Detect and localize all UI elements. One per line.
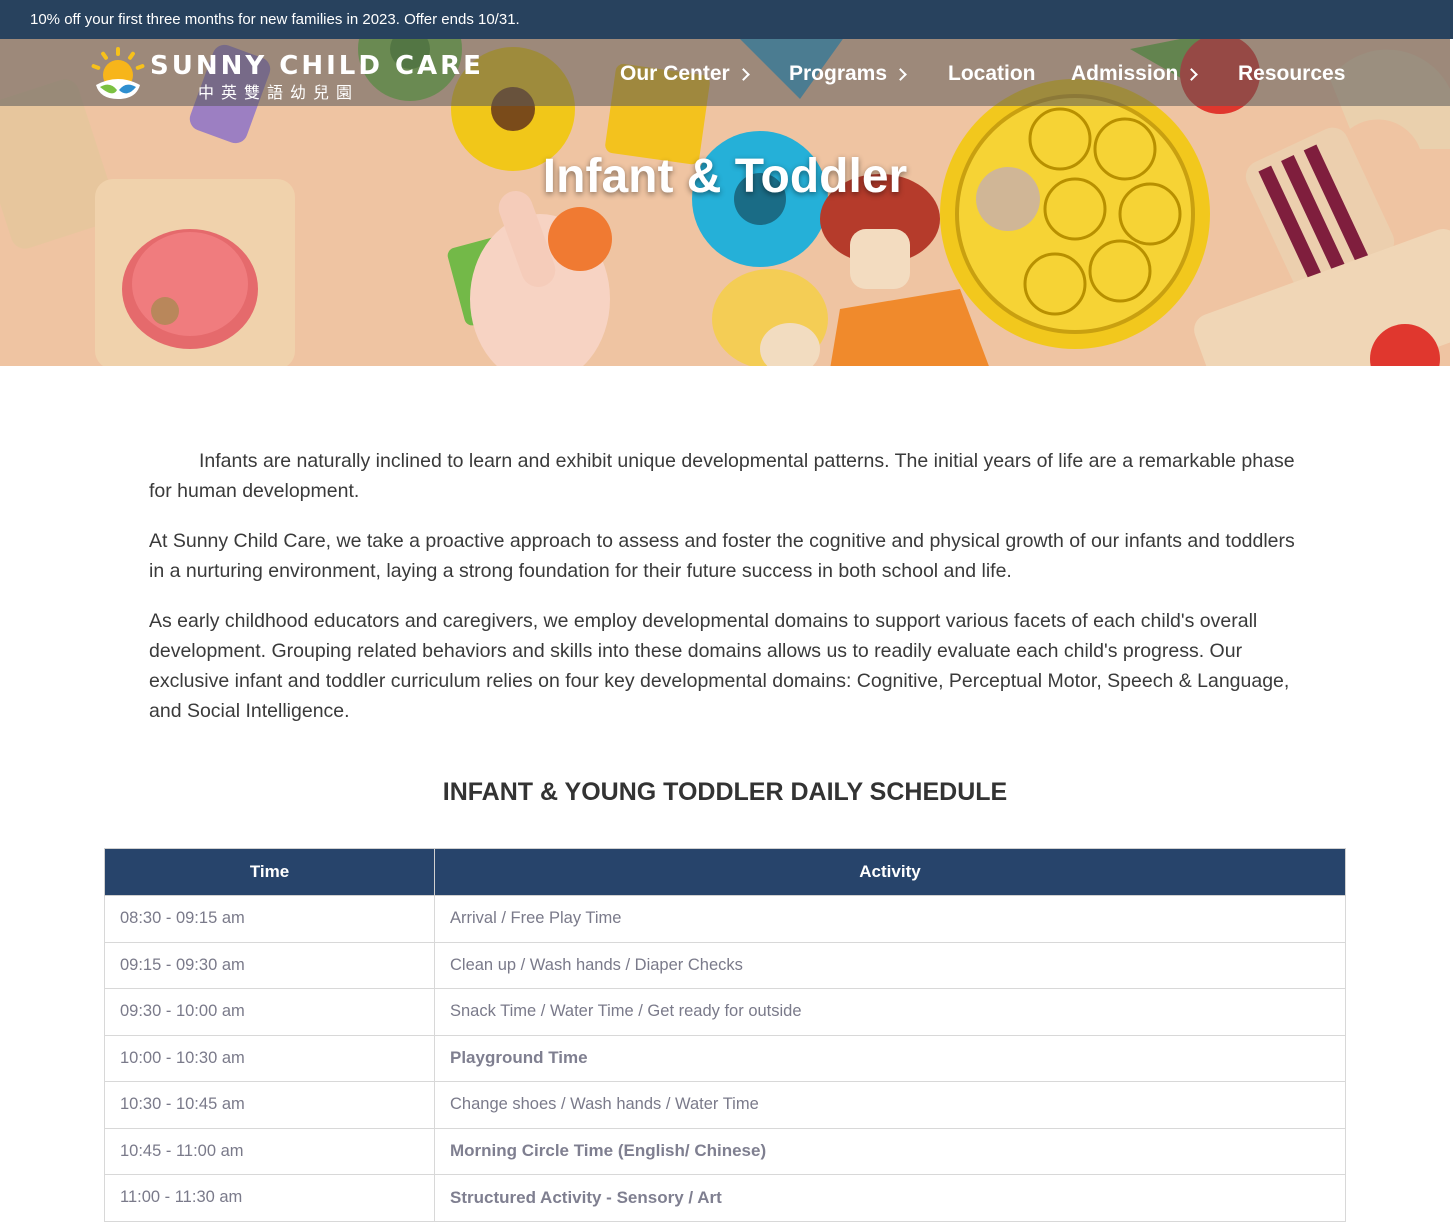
- logo-name: SUNNY CHILD CARE: [150, 51, 484, 81]
- time-cell: 10:00 - 10:30 am: [104, 1034, 435, 1082]
- time-cell: 08:30 - 09:15 am: [104, 895, 435, 943]
- nav-label: Admission: [1071, 62, 1179, 85]
- time-cell: 09:30 - 10:00 am: [104, 988, 435, 1036]
- time-cell: 10:45 - 11:00 am: [104, 1127, 435, 1175]
- table-row: 10:45 - 11:00 am Morning Circle Time (En…: [104, 1127, 1346, 1175]
- chevron-right-icon: [894, 68, 907, 81]
- time-cell: 09:15 - 09:30 am: [104, 941, 435, 989]
- intro-section: Infants are naturally inclined to learn …: [149, 446, 1299, 746]
- activity-cell: Arrival / Free Play Time: [434, 895, 1346, 943]
- page-title: Infant & Toddler: [542, 150, 908, 203]
- time-cell: 11:00 - 11:30 am: [104, 1174, 435, 1222]
- logo-subtitle: 中英雙語幼兒園: [198, 83, 360, 102]
- activity-cell: Structured Activity - Sensory / Art: [434, 1174, 1346, 1222]
- chevron-right-icon: [1185, 68, 1199, 81]
- table-row: 10:30 - 10:45 am Change shoes / Wash han…: [104, 1081, 1346, 1129]
- nav-label: Our Center: [620, 62, 730, 85]
- table-row: 09:15 - 09:30 am Clean up / Wash hands /…: [104, 941, 1346, 989]
- intro-paragraph: As early childhood educators and caregiv…: [149, 610, 1290, 722]
- nav-programs[interactable]: Programs: [789, 59, 907, 89]
- intro-paragraph: At Sunny Child Care, we take a proactive…: [149, 530, 1295, 582]
- nav-label: Resources: [1238, 62, 1346, 85]
- nav-label: Location: [948, 62, 1036, 85]
- table-row: 11:00 - 11:30 am Structured Activity - S…: [104, 1174, 1346, 1222]
- sun-logo-icon: [91, 47, 145, 99]
- table-header-row: Time Activity: [104, 848, 1346, 896]
- nav-label: Programs: [789, 62, 888, 85]
- schedule-table: Time Activity 08:30 - 09:15 am Arrival /…: [104, 848, 1346, 1222]
- nav-location[interactable]: Location: [948, 59, 1036, 89]
- activity-cell: Clean up / Wash hands / Diaper Checks: [434, 941, 1346, 989]
- time-cell: 10:30 - 10:45 am: [104, 1081, 435, 1129]
- activity-cell: Playground Time: [434, 1034, 1346, 1082]
- activity-cell: Snack Time / Water Time / Get ready for …: [434, 988, 1346, 1036]
- column-header-activity: Activity: [434, 848, 1346, 896]
- schedule-title: INFANT & YOUNG TODDLER DAILY SCHEDULE: [442, 778, 1008, 806]
- table-row: 08:30 - 09:15 am Arrival / Free Play Tim…: [104, 895, 1346, 943]
- table-row: 10:00 - 10:30 am Playground Time: [104, 1034, 1346, 1082]
- chevron-right-icon: [736, 68, 750, 81]
- activity-cell: Change shoes / Wash hands / Water Time: [434, 1081, 1346, 1129]
- table-row: 09:30 - 10:00 am Snack Time / Water Time…: [104, 988, 1346, 1036]
- activity-cell: Morning Circle Time (English/ Chinese): [434, 1127, 1346, 1175]
- promo-banner: 10% off your first three months for new …: [0, 0, 1453, 39]
- intro-paragraph: Infants are naturally inclined to learn …: [149, 450, 1295, 502]
- promo-text: 10% off your first three months for new …: [30, 11, 520, 28]
- nav-admission[interactable]: Admission: [1071, 59, 1199, 89]
- nav-resources[interactable]: Resources: [1238, 59, 1345, 89]
- column-header-time: Time: [104, 848, 435, 896]
- hero-banner: SUNNY CHILD CARE 中英雙語幼兒園 Our Center Prog…: [0, 39, 1450, 366]
- site-logo[interactable]: SUNNY CHILD CARE 中英雙語幼兒園: [90, 47, 481, 102]
- nav-our-center[interactable]: Our Center: [620, 59, 750, 89]
